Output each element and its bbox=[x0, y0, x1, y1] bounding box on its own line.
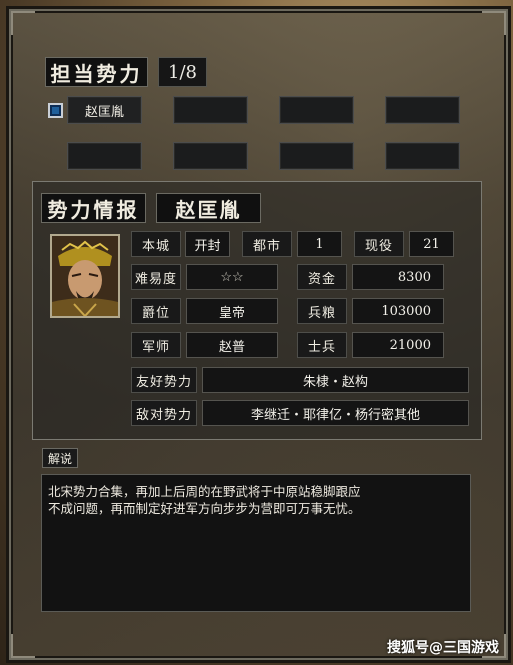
frame-corner bbox=[482, 11, 506, 35]
rank-label: 爵位 bbox=[131, 298, 181, 324]
portrait-image bbox=[52, 236, 118, 316]
advisor-label: 军师 bbox=[131, 332, 181, 358]
faction-count: 1/8 bbox=[158, 57, 207, 87]
faction-slot[interactable] bbox=[173, 96, 248, 124]
active-officers-value: 21 bbox=[409, 231, 454, 257]
friendly-factions-value: 朱棣・赵构 bbox=[202, 367, 469, 393]
ruler-portrait bbox=[50, 234, 120, 318]
faction-slot[interactable] bbox=[173, 142, 248, 170]
ruler-name: 赵匡胤 bbox=[156, 193, 261, 223]
difficulty-label: 难易度 bbox=[131, 264, 181, 290]
troops-label: 士兵 bbox=[297, 332, 347, 358]
advisor-value: 赵普 bbox=[186, 332, 278, 358]
active-officers-label: 现役 bbox=[354, 231, 404, 257]
faction-slot[interactable]: 赵匡胤 bbox=[67, 96, 142, 124]
description-tag: 解说 bbox=[42, 448, 78, 468]
cities-label: 都市 bbox=[242, 231, 292, 257]
base-city-label: 本城 bbox=[131, 231, 181, 257]
faction-slot[interactable] bbox=[279, 142, 354, 170]
food-value: 103000 bbox=[352, 298, 444, 324]
friendly-factions-label: 友好势力 bbox=[131, 367, 197, 393]
frame-corner bbox=[11, 634, 35, 658]
rank-value: 皇帝 bbox=[186, 298, 278, 324]
controlled-factions-title: 担当势力 bbox=[45, 57, 148, 87]
description-text: 北宋势力合集，再加上后周的在野武将于中原站稳脚跟应 不成问题，再而制定好进军方向… bbox=[41, 474, 471, 612]
faction-slot[interactable] bbox=[67, 142, 142, 170]
funds-label: 资金 bbox=[297, 264, 347, 290]
difficulty-stars: ☆☆ bbox=[186, 264, 278, 290]
faction-slot[interactable] bbox=[385, 96, 460, 124]
frame-corner bbox=[11, 11, 35, 35]
funds-value: 8300 bbox=[352, 264, 444, 290]
base-city-value: 开封 bbox=[185, 231, 230, 257]
hostile-factions-label: 敌对势力 bbox=[131, 400, 197, 426]
faction-slot[interactable] bbox=[279, 96, 354, 124]
faction-info-title: 势力情报 bbox=[41, 193, 146, 223]
faction-slot[interactable] bbox=[385, 142, 460, 170]
food-label: 兵粮 bbox=[297, 298, 347, 324]
hostile-factions-value: 李继迁・耶律亿・杨行密其他 bbox=[202, 400, 469, 426]
cities-value: 1 bbox=[297, 231, 342, 257]
watermark: 搜狐号@三国游戏 bbox=[387, 640, 499, 656]
troops-value: 21000 bbox=[352, 332, 444, 358]
player-faction-icon bbox=[48, 103, 63, 118]
